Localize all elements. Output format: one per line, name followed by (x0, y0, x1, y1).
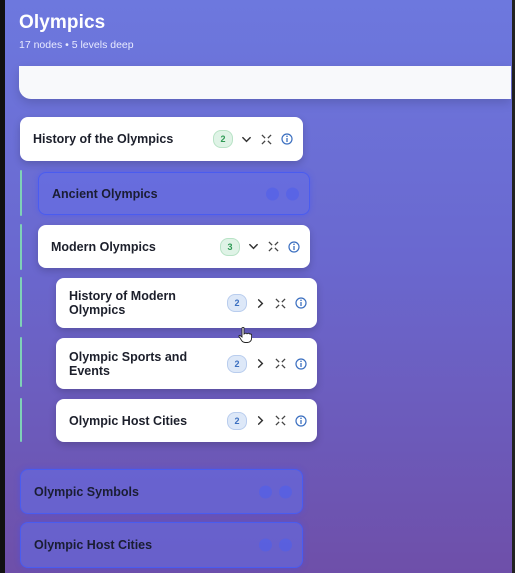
tree-node[interactable]: History of Modern Olympics 2 (56, 278, 317, 328)
node-label: Olympic Sports and Events (69, 349, 188, 378)
child-count-badge: 2 (227, 411, 247, 430)
focus-icon[interactable] (260, 133, 273, 146)
chevron-down-icon[interactable] (247, 240, 260, 253)
focus-icon[interactable] (274, 414, 287, 427)
chevron-right-icon[interactable] (254, 357, 267, 370)
branch-line (20, 337, 22, 387)
header: Olympics 17 nodes • 5 levels deep (19, 12, 134, 51)
node-label: Olympic Symbols (34, 484, 139, 499)
page-subtitle: 17 nodes • 5 levels deep (19, 39, 134, 51)
child-count-badge: 2 (227, 354, 247, 373)
tree-node[interactable]: Olympic Host Cities 2 (56, 399, 317, 442)
info-icon[interactable] (279, 538, 292, 552)
tree-node[interactable]: Modern Olympics 3 (38, 225, 310, 268)
node-label: Olympic Host Cities (69, 413, 188, 428)
info-icon[interactable] (280, 133, 293, 146)
branch-line (20, 398, 22, 442)
focus-icon[interactable] (266, 187, 279, 200)
info-icon[interactable] (279, 485, 292, 498)
info-icon[interactable] (294, 414, 307, 427)
node-label: History of Modern Olympics (69, 289, 176, 317)
tree-node[interactable]: Olympic Sports and Events 2 (56, 338, 317, 389)
child-count-badge: 3 (220, 237, 240, 256)
focus-icon[interactable] (259, 538, 272, 552)
chevron-down-icon[interactable] (240, 133, 253, 146)
focus-icon[interactable] (274, 357, 287, 370)
info-icon[interactable] (294, 357, 307, 370)
branch-line (20, 224, 22, 270)
page-title: Olympics (19, 12, 106, 33)
chevron-right-icon[interactable] (254, 297, 267, 310)
branch-line (20, 277, 22, 327)
hand-cursor-icon (238, 326, 253, 348)
top-panel[interactable] (19, 66, 511, 99)
tree-node[interactable]: Ancient Olympics (38, 172, 310, 215)
window-left-border (0, 0, 5, 573)
focus-icon[interactable] (259, 485, 272, 498)
info-icon[interactable] (286, 187, 299, 200)
info-icon[interactable] (294, 297, 307, 310)
tree-node[interactable]: Olympic Symbols (20, 469, 303, 514)
chevron-right-icon[interactable] (254, 414, 267, 427)
node-label: Olympic Host Cities (34, 538, 153, 552)
focus-icon[interactable] (267, 240, 280, 253)
tree-node[interactable]: History of the Olympics 2 (20, 117, 303, 161)
info-icon[interactable] (287, 240, 300, 253)
tree-node[interactable]: Olympic Host Cities (20, 522, 303, 568)
child-count-badge: 2 (213, 130, 233, 148)
node-label: History of the Olympics (33, 132, 174, 146)
node-label: Modern Olympics (51, 239, 156, 254)
node-label: Ancient Olympics (52, 186, 158, 201)
branch-line (20, 170, 22, 216)
child-count-badge: 2 (227, 294, 247, 312)
focus-icon[interactable] (274, 297, 287, 310)
